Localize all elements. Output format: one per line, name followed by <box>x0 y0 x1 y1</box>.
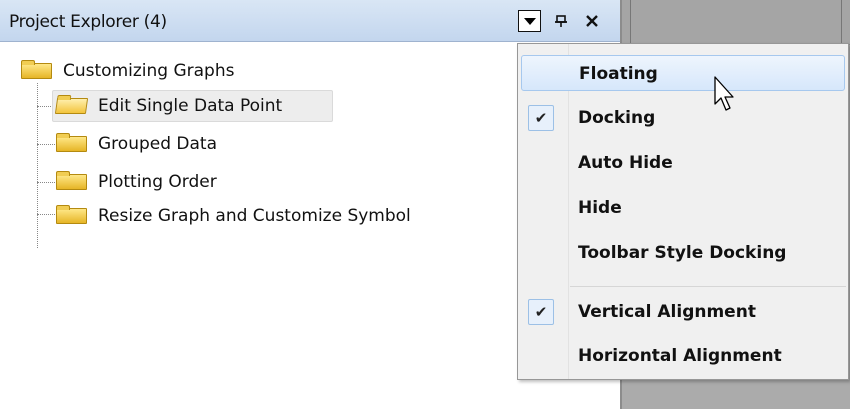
tree-item-plotting-order[interactable]: Plotting Order <box>56 167 516 197</box>
workspace-frame <box>630 0 842 44</box>
tree-item-resize-graph[interactable]: Resize Graph and Customize Symbol <box>56 201 516 231</box>
menu-item-horizontal-alignment[interactable]: Horizontal Alignment <box>518 338 848 374</box>
tree-item-grouped-data[interactable]: Grouped Data <box>56 129 516 159</box>
menu-item-toolbar-style-docking[interactable]: Toolbar Style Docking <box>518 235 848 271</box>
check-icon: ✔ <box>528 299 554 325</box>
tree-connector <box>37 182 55 183</box>
menu-item-vertical-alignment[interactable]: ✔ Vertical Alignment <box>518 294 848 330</box>
menu-item-label: Toolbar Style Docking <box>578 243 787 263</box>
folder-icon <box>56 171 87 190</box>
menu-item-label: Floating <box>579 64 658 84</box>
tree-item-label: Grouped Data <box>98 134 217 154</box>
panel-title: Project Explorer (4) <box>9 12 167 32</box>
dropdown-arrow-icon[interactable] <box>518 10 541 32</box>
menu-item-label: Auto Hide <box>578 153 673 173</box>
menu-item-auto-hide[interactable]: Auto Hide <box>518 145 848 181</box>
folder-icon <box>56 205 87 224</box>
tree-item-label: Plotting Order <box>98 172 217 192</box>
close-icon[interactable] <box>582 9 602 33</box>
pin-icon[interactable] <box>552 9 570 33</box>
close-icon-glyph <box>586 15 598 27</box>
tree-item-edit-single-data-point[interactable]: Edit Single Data Point <box>54 91 516 121</box>
menu-item-label: Hide <box>578 198 622 218</box>
folder-icon <box>21 60 52 79</box>
tree-connector <box>37 214 55 215</box>
open-folder-icon <box>54 98 89 114</box>
menu-item-docking[interactable]: ✔ Docking <box>518 100 848 136</box>
tree-item-label: Edit Single Data Point <box>98 96 283 116</box>
menu-item-floating[interactable]: Floating <box>521 55 845 91</box>
tree-connector <box>37 144 55 145</box>
pin-icon-glyph <box>555 15 567 27</box>
menu-item-label: Horizontal Alignment <box>578 346 782 366</box>
menu-item-label: Vertical Alignment <box>578 302 756 322</box>
check-icon: ✔ <box>528 105 554 131</box>
tree-item-customizing-graphs[interactable]: Customizing Graphs <box>21 56 321 86</box>
dock-options-menu: Floating ✔ Docking Auto Hide Hide Toolba… <box>517 43 849 380</box>
tree-connector <box>37 83 38 248</box>
workspace-header <box>622 0 850 45</box>
mouse-pointer-icon <box>714 76 734 111</box>
menu-separator <box>570 286 846 287</box>
menu-item-hide[interactable]: Hide <box>518 190 848 226</box>
tree-item-label: Customizing Graphs <box>63 61 235 81</box>
menu-item-label: Docking <box>578 108 656 128</box>
tree-item-label: Resize Graph and Customize Symbol <box>98 206 411 226</box>
panel-titlebar: Project Explorer (4) <box>0 0 620 42</box>
folder-icon <box>56 133 87 152</box>
